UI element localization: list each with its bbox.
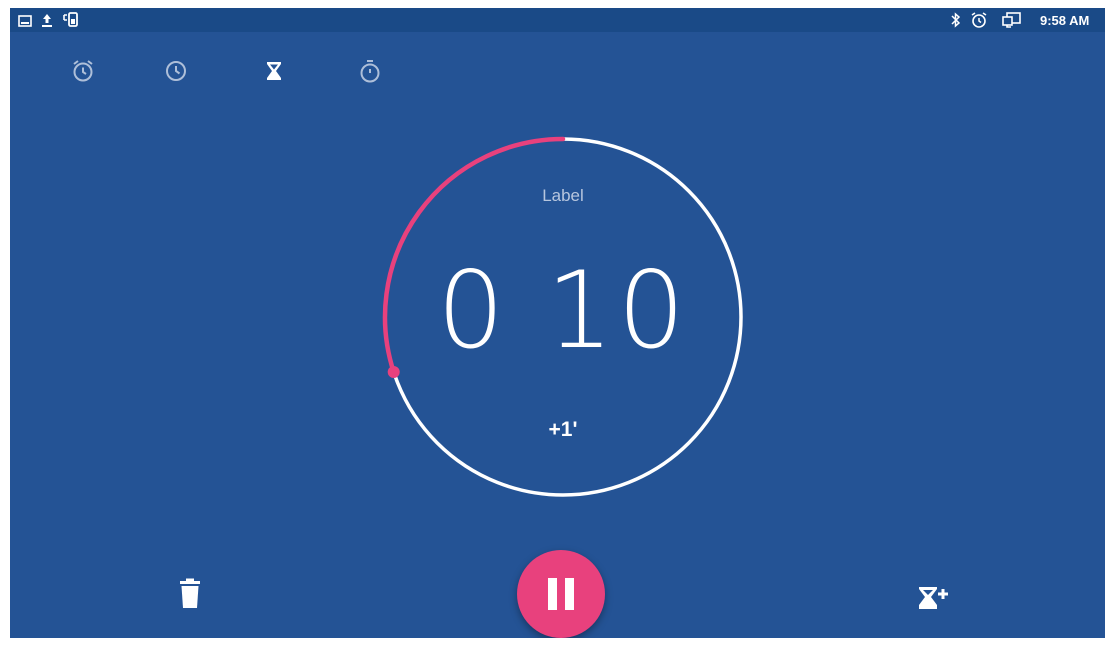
pause-icon [548,578,574,610]
timer-label[interactable]: Label [513,186,613,206]
timer-screen: 9:58 AM Label 0 10 +1' [10,8,1105,638]
timer-time: 0 10 [436,249,689,372]
trash-icon[interactable] [178,578,202,610]
add-timer-icon[interactable] [916,584,952,612]
pause-button[interactable] [517,550,605,638]
add-minute-button[interactable]: +1' [513,418,613,442]
